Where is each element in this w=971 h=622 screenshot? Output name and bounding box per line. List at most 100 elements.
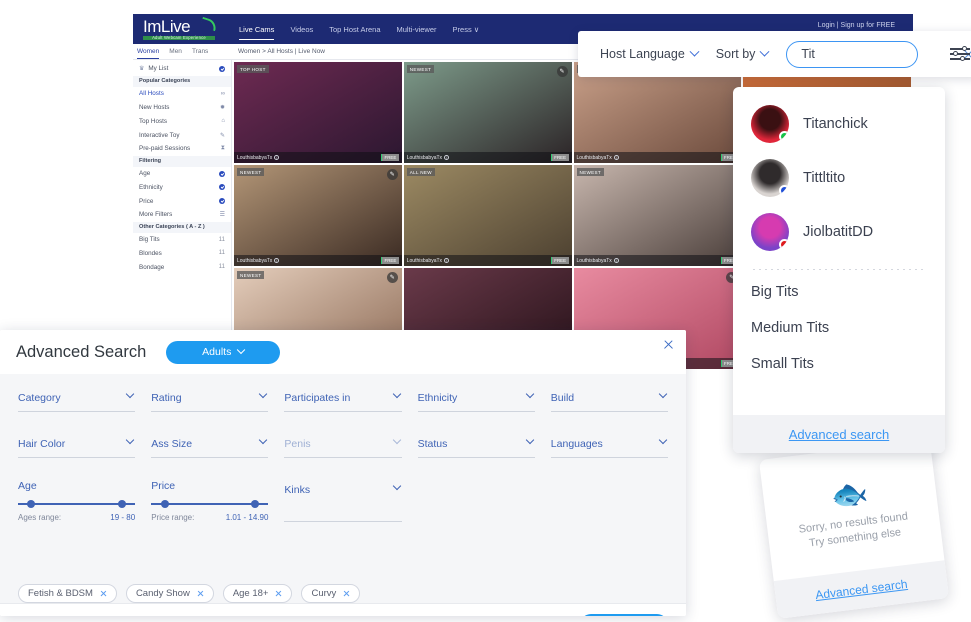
nav-item-top-host-arena[interactable]: Top Host Arena <box>329 18 380 40</box>
host-card[interactable]: TOP HOST LouthisbabyaTx i FREE <box>234 62 402 163</box>
close-icon[interactable] <box>663 339 674 350</box>
sort-by-dropdown[interactable]: Sort by <box>716 46 770 61</box>
host-card[interactable]: NEWESTLouthisbabyaTxiFREE <box>573 165 742 266</box>
gender-tabs: Women Men Trans <box>133 48 232 59</box>
range-slider-price[interactable]: Price Price range: 1.01 - 14.90 <box>151 480 269 522</box>
filter-chip-label: Fetish & BDSM <box>28 588 93 599</box>
gender-tab-women[interactable]: Women <box>137 48 160 59</box>
chevron-down-icon <box>525 435 535 445</box>
host-card[interactable]: ALL NEW LouthisbabyaTx i FREE <box>403 165 572 266</box>
info-icon[interactable]: i <box>274 155 280 160</box>
host-language-dropdown[interactable]: Host Language <box>600 46 700 61</box>
slider-track[interactable] <box>18 500 136 508</box>
free-badge: FREE <box>381 154 399 161</box>
slider-handle-max[interactable] <box>117 500 126 508</box>
nav-item-multi-viewer[interactable]: Multi-viewer <box>397 18 437 40</box>
auth-links[interactable]: Login | Sign up for FREE <box>818 22 895 29</box>
camera-icon[interactable]: ✎ <box>386 272 398 283</box>
nav-item-press[interactable]: Press ∨ <box>453 18 480 40</box>
breadcrumb: Women > All Hosts | Live Now <box>238 48 326 55</box>
camera-icon[interactable]: ✎ <box>556 66 568 77</box>
category-count: 11 <box>218 250 225 257</box>
sidebar-item-label: Big Tits <box>139 236 160 243</box>
filter-field-rating[interactable]: Rating <box>151 388 269 412</box>
gender-tab-trans[interactable]: Trans <box>192 48 208 55</box>
advanced-search-fields: Category Rating Participates in Ethnicity Bu… <box>0 374 686 574</box>
info-icon[interactable]: i <box>444 258 450 263</box>
remove-chip-icon[interactable] <box>100 590 107 597</box>
nav-item-videos[interactable]: Videos <box>290 18 313 40</box>
filter-chip[interactable]: Candy Show <box>125 584 214 603</box>
gender-tab-men[interactable]: Men <box>169 48 182 55</box>
range-value: 1.01 - 14.90 <box>225 513 269 522</box>
slider-handle-min[interactable] <box>27 500 36 508</box>
sidebar-item-top-hosts[interactable]: Top Hosts ⌂ <box>133 114 231 128</box>
info-icon[interactable]: i <box>613 155 619 160</box>
filter-chip[interactable]: Fetish & BDSM <box>18 584 117 603</box>
crown-icon: ♛ <box>139 66 145 73</box>
advanced-search-link-2[interactable]: Advanced search <box>815 577 909 602</box>
audience-dropdown[interactable]: Adults <box>166 340 281 364</box>
chevron-down-icon <box>525 389 535 399</box>
slider-track[interactable] <box>151 500 269 508</box>
suggestion-host-item[interactable]: Tittltito <box>733 151 945 205</box>
sidebar-item-all-hosts[interactable]: All Hosts ∞ <box>133 87 231 101</box>
sidebar-item-new-hosts[interactable]: New Hosts ✹ <box>133 101 231 115</box>
remove-chip-icon[interactable] <box>343 590 350 597</box>
filter-field-participates-in[interactable]: Participates in <box>284 388 402 412</box>
filter-field-label: Status <box>417 438 448 450</box>
suggestion-host-item[interactable]: JiolbatitDD <box>733 205 945 259</box>
filter-field-hair-color[interactable]: Hair Color <box>18 434 136 458</box>
suggestions-footer: Advanced search <box>733 415 945 453</box>
sidebar-item-label: Ethnicity <box>139 184 163 191</box>
suggestion-host-item[interactable]: Titanchick <box>733 97 945 151</box>
sidebar-item-bondage[interactable]: Bondage 11 <box>133 260 231 274</box>
search-input[interactable] <box>801 47 963 61</box>
sidebar-item-label: ♛ My List <box>139 65 168 72</box>
advanced-search-link[interactable]: Advanced search <box>789 427 889 442</box>
host-thumbnail <box>234 165 402 266</box>
sidebar-item-my-list[interactable]: ♛ My List <box>133 62 231 76</box>
chevron-down-icon <box>759 46 770 57</box>
slider-handle-max[interactable] <box>251 500 259 508</box>
site-logo[interactable]: ImLive Adult Webcam Experience <box>143 16 221 41</box>
remove-chip-icon[interactable] <box>197 590 204 597</box>
filter-field-status[interactable]: Status <box>417 434 535 458</box>
sidebar-item-pre-paid-sessions[interactable]: Pre-paid Sessions ⧗ <box>133 142 231 156</box>
suggestion-term-item[interactable]: Medium Tits <box>733 310 945 346</box>
slider-handle-min[interactable] <box>160 500 169 508</box>
filter-field-ass-size[interactable]: Ass Size <box>151 434 269 458</box>
info-icon[interactable]: i <box>274 258 280 263</box>
suggestion-term-item[interactable]: Small Tits <box>733 346 945 382</box>
remove-chip-icon[interactable] <box>275 590 282 597</box>
nav-item-live-cams[interactable]: Live Cams <box>239 18 275 40</box>
done-button[interactable]: Done <box>580 613 668 616</box>
sidebar-item-big-tits[interactable]: Big Tits 11 <box>133 233 231 247</box>
sidebar-item-blondes[interactable]: Blondes 11 <box>133 247 231 261</box>
suggestion-term-item[interactable]: Big Tits <box>733 274 945 310</box>
filter-field-category[interactable]: Category <box>18 388 136 412</box>
host-card[interactable]: NEWEST ✎ LouthisbabyaTxi FREE <box>403 62 572 163</box>
advanced-search-header: Advanced Search Adults <box>0 330 686 374</box>
info-icon[interactable]: i <box>444 155 450 160</box>
filter-field-languages[interactable]: Languages <box>550 434 668 458</box>
check-icon <box>219 184 225 191</box>
host-card[interactable]: NEWEST ✎ LouthisbabyaTxi FREE <box>234 165 402 266</box>
sidebar-item-age[interactable]: Age <box>133 167 231 181</box>
filter-chip[interactable]: Curvy <box>301 584 361 603</box>
info-icon[interactable]: i <box>613 258 619 263</box>
filter-field-ethnicity[interactable]: Ethnicity <box>417 388 535 412</box>
camera-icon[interactable]: ✎ <box>386 169 398 180</box>
sidebar-item-interactive-toy[interactable]: Interactive Toy ✎ <box>133 128 231 142</box>
sidebar-item-more-filters[interactable]: More Filters ☰ <box>133 208 231 222</box>
sidebar-item-price[interactable]: Price <box>133 194 231 208</box>
host-card-bar: LouthisbabyaTxiFREE <box>573 152 742 163</box>
filter-chip[interactable]: Age 18+ <box>222 584 293 603</box>
filter-field-build[interactable]: Build <box>550 388 668 412</box>
range-slider-age[interactable]: Age Ages range: 19 - 80 <box>18 480 136 522</box>
host-card[interactable]: NEWESTLouthisbabyaTxiFREE <box>573 62 742 163</box>
filter-field-penis[interactable]: Penis <box>284 434 402 458</box>
filters-icon[interactable] <box>950 45 971 63</box>
filter-field-kinks[interactable]: Kinks <box>284 480 402 522</box>
sidebar-item-ethnicity[interactable]: Ethnicity <box>133 180 231 194</box>
